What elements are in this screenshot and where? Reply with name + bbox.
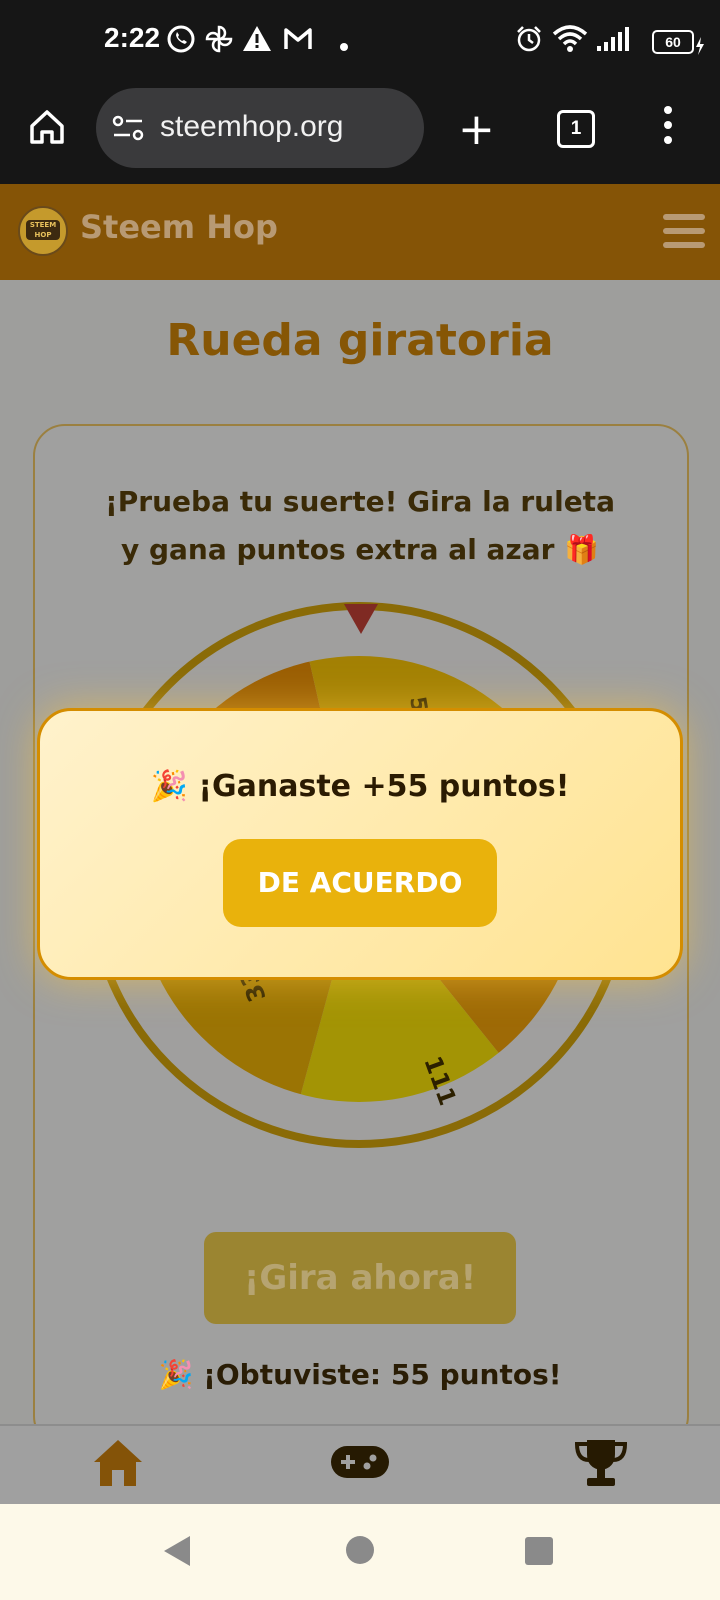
dot-icon — [338, 30, 350, 60]
status-bar: 2:22 60 — [0, 0, 720, 82]
page-title: Rueda giratoria — [166, 315, 554, 366]
spin-button[interactable]: ¡Gira ahora! — [204, 1232, 516, 1324]
reward-modal: 🎉 ¡Ganaste +55 puntos! DE ACUERDO — [37, 708, 683, 980]
intro-text: ¡Prueba tu suerte! Gira la ruleta y gana… — [105, 485, 615, 566]
hamburger-menu-icon[interactable] — [663, 214, 705, 256]
home-icon[interactable] — [92, 1438, 144, 1492]
result-text: 🎉 ¡Obtuviste: 55 puntos! — [158, 1358, 562, 1391]
back-icon[interactable] — [162, 1534, 192, 1572]
wheel-pointer — [344, 604, 378, 634]
new-tab-icon[interactable]: + — [458, 108, 495, 152]
logo-text: STEEM HOP — [26, 220, 60, 240]
gamepad-icon[interactable] — [329, 1442, 391, 1486]
home-nav-icon[interactable] — [344, 1534, 376, 1570]
site-name[interactable]: Steem Hop — [80, 208, 278, 246]
browser-menu-icon[interactable] — [664, 106, 672, 151]
trophy-icon[interactable] — [573, 1438, 629, 1492]
gmail-icon — [283, 24, 313, 61]
signal-icon — [596, 24, 632, 61]
wifi-icon — [552, 24, 588, 61]
alarm-icon — [514, 24, 544, 61]
site-header: STEEM HOP Steem Hop — [0, 184, 720, 280]
charging-icon — [695, 32, 705, 62]
pinwheel-icon — [204, 24, 234, 61]
site-settings-icon[interactable] — [112, 114, 146, 146]
recents-icon[interactable] — [524, 1536, 554, 1570]
tab-switcher-button[interactable]: 1 — [557, 110, 595, 148]
status-time: 2:22 — [104, 22, 161, 53]
modal-message: 🎉 ¡Ganaste +55 puntos! — [150, 769, 570, 804]
ok-button[interactable]: DE ACUERDO — [223, 839, 497, 927]
bottom-nav — [0, 1424, 720, 1506]
whatsapp-icon — [166, 24, 196, 61]
url-text[interactable]: steemhop.org — [160, 110, 343, 144]
system-nav-bar — [0, 1504, 720, 1600]
home-icon[interactable] — [28, 108, 66, 150]
url-bar[interactable]: steemhop.org — [96, 88, 424, 168]
browser-toolbar: steemhop.org + 1 — [0, 82, 720, 184]
battery-icon: 60 — [652, 30, 694, 54]
site-logo[interactable]: STEEM HOP — [18, 206, 68, 256]
warning-icon — [242, 24, 272, 61]
